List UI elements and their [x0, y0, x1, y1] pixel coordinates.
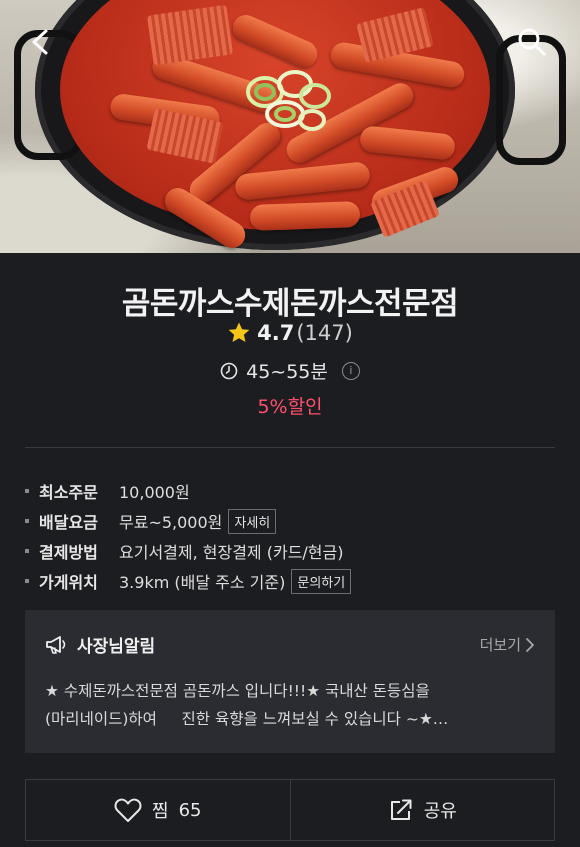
back-arrow-icon [32, 29, 48, 55]
store-details: 최소주문 10,000원 배달요금 무료~5,000원 자세히 결제방법 요기서… [25, 476, 555, 596]
notice-more-link[interactable]: 더보기 [480, 634, 535, 655]
detail-value: 요기서결제, 현장결제 (카드/현금) [119, 543, 344, 562]
like-count: 65 [178, 799, 202, 821]
search-button[interactable] [512, 22, 552, 62]
more-label: 더보기 [479, 636, 521, 654]
back-button[interactable] [20, 22, 60, 62]
share-button[interactable]: 공유 [289, 780, 555, 840]
rice-cake [249, 201, 361, 231]
owner-notice-card[interactable]: 사장님알림 더보기 ★ 수제돈까스전문점 곰돈까스 입니다!!!★ 국내산 돈등… [25, 610, 555, 753]
notice-title: 사장님알림 [45, 632, 155, 657]
bullet-icon [25, 549, 29, 553]
divider [25, 447, 555, 448]
detail-row-min-order: 최소주문 10,000원 [25, 476, 555, 506]
like-label: 찜 [152, 801, 169, 822]
megaphone-icon [46, 635, 66, 654]
discount-badge: 5%할인 [257, 396, 323, 418]
store-name: 곰돈까스수제돈까스전문점 [121, 286, 459, 322]
search-icon [518, 28, 546, 56]
detail-value: 10,000원 [119, 483, 190, 502]
detail-label: 최소주문 [39, 483, 98, 502]
info-icon[interactable]: i [341, 361, 360, 380]
star-icon [228, 322, 250, 342]
chevron-right-icon [526, 637, 534, 652]
share-icon [390, 799, 412, 820]
bullet-icon [25, 519, 29, 523]
detail-row-delivery-fee: 배달요금 무료~5,000원 자세히 [25, 506, 555, 536]
scallion-garnish [246, 70, 331, 131]
store-hero-image [0, 0, 580, 253]
detail-label: 가게위치 [39, 573, 98, 592]
notice-header: 사장님알림 더보기 [45, 632, 535, 657]
inquiry-button[interactable]: 문의하기 [291, 568, 352, 594]
delivery-time-row: 45~55분 i [0, 357, 580, 384]
notice-line: (마리네이드)하여 진한 육향을 느껴보실 수 있습니다 ~★… [45, 710, 449, 728]
detail-label: 결제방법 [39, 543, 98, 562]
notice-title-label: 사장님알림 [77, 637, 156, 657]
like-button[interactable]: 찜 65 [26, 780, 290, 840]
share-label: 공유 [423, 801, 457, 822]
fee-details-button[interactable]: 자세히 [228, 508, 277, 534]
clock-icon [220, 362, 238, 379]
bullet-icon [25, 489, 29, 493]
rating-score: 4.7 [257, 321, 295, 345]
detail-value: 3.9km (배달 주소 기준) [119, 573, 286, 592]
review-count: (147) [296, 321, 353, 345]
bullet-icon [25, 579, 29, 583]
detail-label: 배달요금 [39, 513, 98, 532]
detail-value: 무료~5,000원 [119, 513, 223, 532]
notice-body: ★ 수제돈까스전문점 곰돈까스 입니다!!!★ 국내산 돈등심을 (마리네이드)… [45, 677, 535, 733]
rating-row[interactable]: 4.7 (147) [0, 321, 580, 345]
heart-icon [114, 798, 142, 822]
detail-row-location: 가게위치 3.9km (배달 주소 기준) 문의하기 [25, 566, 555, 596]
delivery-time: 45~55분 [246, 361, 328, 383]
notice-line: ★ 수제돈까스전문점 곰돈까스 입니다!!!★ 국내산 돈등심을 [45, 682, 430, 700]
action-bar: 찜 65 공유 [25, 779, 555, 841]
detail-row-payment: 결제방법 요기서결제, 현장결제 (카드/현금) [25, 536, 555, 566]
